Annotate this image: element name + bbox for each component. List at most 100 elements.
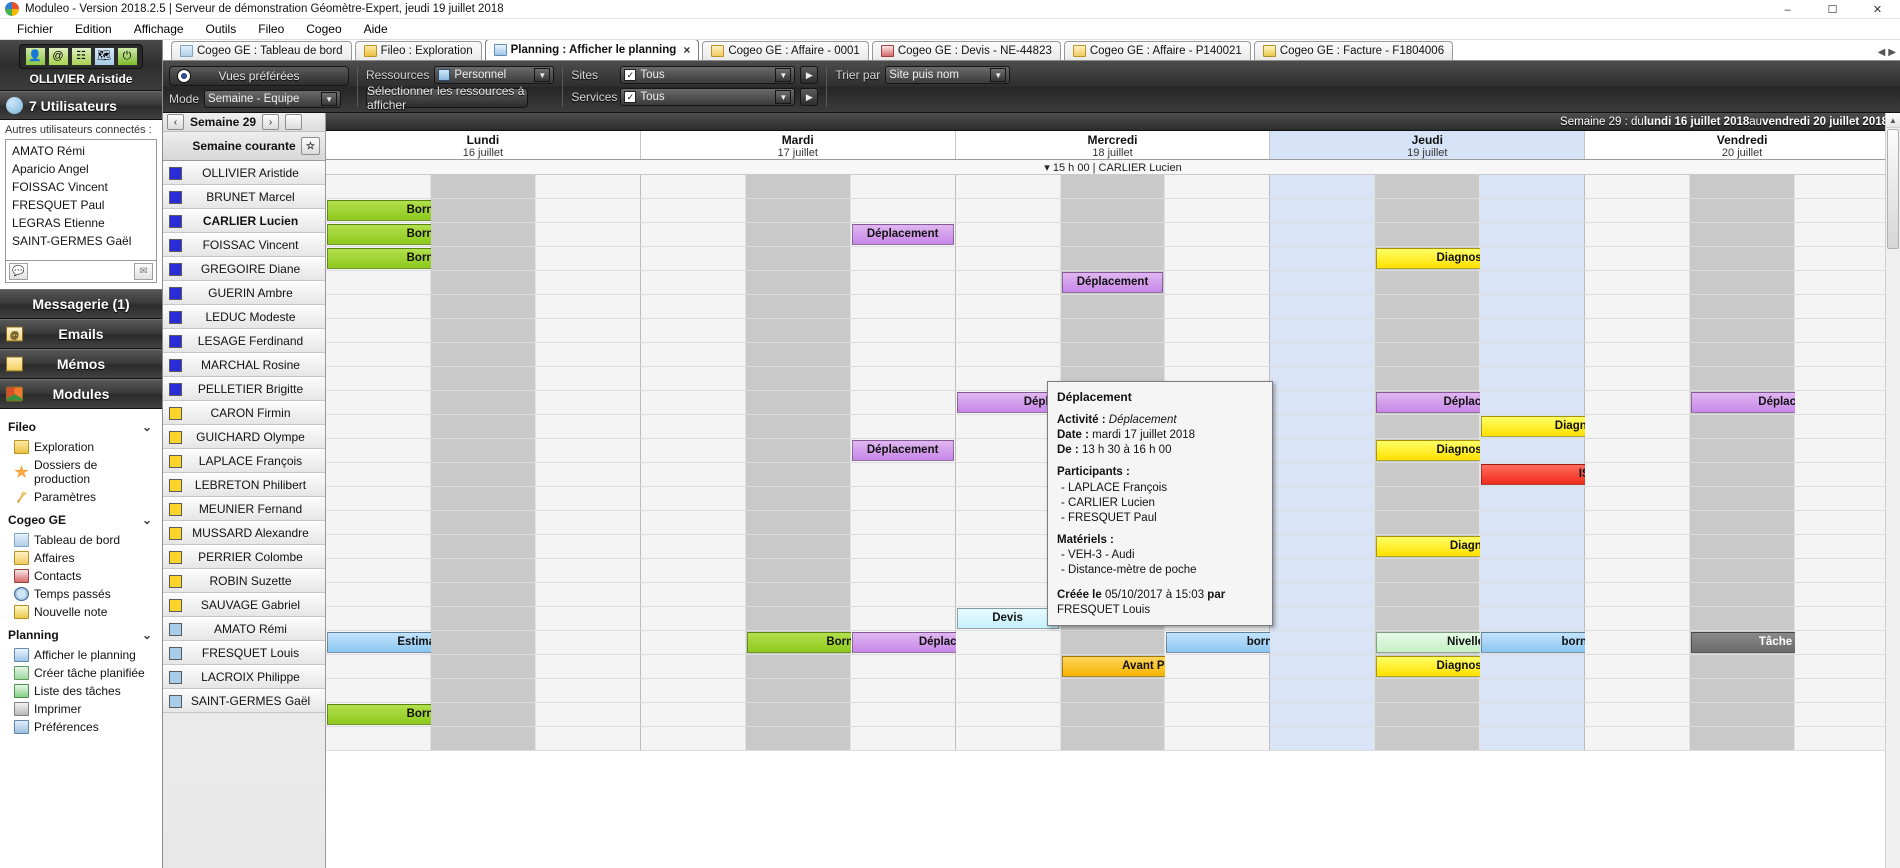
time-slot[interactable] — [956, 583, 1061, 606]
time-slot[interactable] — [1270, 199, 1375, 222]
time-slot[interactable] — [1480, 607, 1584, 630]
vertical-scrollbar[interactable]: ▲ — [1885, 113, 1900, 868]
time-slot[interactable] — [1165, 247, 1269, 270]
time-slot[interactable] — [326, 559, 431, 582]
resource-row[interactable]: LEDUC Modeste — [163, 305, 325, 329]
time-slot[interactable] — [1690, 439, 1795, 462]
resource-row[interactable]: MEUNIER Fernand — [163, 497, 325, 521]
time-slot[interactable] — [641, 607, 746, 630]
time-slot[interactable] — [431, 295, 536, 318]
time-slot[interactable] — [641, 583, 746, 606]
sidebar-item-imprimer[interactable]: Imprimer — [0, 700, 162, 718]
chevron-down-icon[interactable]: ⌄ — [142, 628, 152, 642]
time-slot[interactable] — [956, 703, 1061, 726]
time-slot[interactable] — [851, 487, 955, 510]
time-slot[interactable] — [1795, 607, 1899, 630]
calendar-picker-icon[interactable] — [285, 114, 302, 130]
time-slot[interactable]: Diagnostic beta — [1375, 247, 1480, 270]
time-slot[interactable] — [536, 463, 640, 486]
time-slot[interactable] — [746, 175, 851, 198]
time-slot[interactable] — [1375, 559, 1480, 582]
time-slot[interactable] — [536, 367, 640, 390]
time-slot[interactable] — [536, 535, 640, 558]
time-slot[interactable] — [1061, 223, 1166, 246]
resource-row[interactable]: MUSSARD Alexandre — [163, 521, 325, 545]
tab-cogeo-affaire-p140021[interactable]: Cogeo GE : Affaire - P140021 — [1064, 41, 1251, 60]
time-slot[interactable] — [1795, 439, 1899, 462]
time-slot[interactable] — [1270, 367, 1375, 390]
time-slot[interactable]: Déplacement — [851, 631, 955, 654]
time-slot[interactable] — [746, 511, 851, 534]
resource-row[interactable]: GREGOIRE Diane — [163, 257, 325, 281]
time-slot[interactable] — [1375, 319, 1480, 342]
time-slot[interactable] — [1795, 631, 1899, 654]
time-slot[interactable] — [1480, 367, 1584, 390]
list-item[interactable]: Aparicio Angel — [10, 160, 152, 178]
sidebar-item-exploration[interactable]: Exploration — [0, 438, 162, 456]
time-slot[interactable] — [1795, 247, 1899, 270]
time-slot[interactable] — [536, 391, 640, 414]
menu-item-aide[interactable]: Aide — [353, 20, 399, 38]
time-slot[interactable]: Avant Projet V2 — [1061, 655, 1166, 678]
time-slot[interactable] — [1480, 511, 1584, 534]
time-slot[interactable] — [431, 559, 536, 582]
time-slot[interactable] — [1270, 487, 1375, 510]
time-slot[interactable] — [746, 463, 851, 486]
time-slot[interactable] — [641, 319, 746, 342]
time-slot[interactable] — [1270, 319, 1375, 342]
time-slot[interactable] — [641, 631, 746, 654]
time-slot[interactable] — [1690, 463, 1795, 486]
sidebar-item-memos[interactable]: Mémos — [0, 349, 162, 379]
chevron-down-icon[interactable]: ▼ — [990, 68, 1006, 82]
time-slot[interactable] — [1375, 607, 1480, 630]
resource-row[interactable]: OLLIVIER Aristide — [163, 161, 325, 185]
time-slot[interactable] — [536, 655, 640, 678]
time-slot[interactable]: Déplacement — [851, 439, 955, 462]
time-slot[interactable] — [326, 655, 431, 678]
group-header-fileo[interactable]: Fileo ⌄ — [0, 413, 162, 438]
time-slot[interactable] — [536, 343, 640, 366]
sites-select[interactable]: ✓ Tous ▼ — [620, 66, 795, 84]
time-slot[interactable] — [746, 607, 851, 630]
time-slot[interactable] — [1795, 487, 1899, 510]
resource-row[interactable]: PELLETIER Brigitte — [163, 377, 325, 401]
time-slot[interactable] — [1795, 583, 1899, 606]
time-slot[interactable] — [326, 607, 431, 630]
time-slot[interactable] — [1375, 367, 1480, 390]
time-slot[interactable] — [1480, 319, 1584, 342]
card-icon[interactable]: ☷ — [71, 47, 92, 66]
time-slot[interactable] — [1061, 631, 1166, 654]
current-week-button[interactable]: Semaine courante ☆ — [163, 132, 325, 161]
time-slot[interactable] — [956, 511, 1061, 534]
time-slot[interactable] — [1375, 583, 1480, 606]
menu-item-cogeo[interactable]: Cogeo — [295, 20, 352, 38]
time-slot[interactable] — [1165, 175, 1269, 198]
time-slot[interactable]: Devis — [956, 607, 1061, 630]
time-slot[interactable] — [956, 415, 1061, 438]
tab-scroll-right-icon[interactable]: ▶ — [1888, 47, 1896, 58]
time-slot[interactable] — [1480, 535, 1584, 558]
time-slot[interactable] — [956, 679, 1061, 702]
time-slot[interactable] — [851, 415, 955, 438]
resource-row[interactable]: FOISSAC Vincent — [163, 233, 325, 257]
time-slot[interactable] — [641, 511, 746, 534]
time-slot[interactable] — [1585, 727, 1690, 750]
time-slot[interactable] — [746, 343, 851, 366]
time-slot[interactable] — [641, 439, 746, 462]
time-slot[interactable] — [1375, 703, 1480, 726]
time-slot[interactable] — [1061, 295, 1166, 318]
time-slot[interactable] — [431, 727, 536, 750]
time-slot[interactable] — [1061, 175, 1166, 198]
time-slot[interactable]: Déplacement — [851, 223, 955, 246]
list-item[interactable]: SAINT-GERMES Gaël — [10, 232, 152, 250]
time-slot[interactable] — [1585, 631, 1690, 654]
time-slot[interactable] — [1585, 655, 1690, 678]
time-slot[interactable] — [1690, 271, 1795, 294]
time-slot[interactable] — [1795, 223, 1899, 246]
time-slot[interactable] — [1270, 631, 1375, 654]
time-slot[interactable] — [851, 607, 955, 630]
time-slot[interactable] — [1375, 223, 1480, 246]
list-item[interactable]: FOISSAC Vincent — [10, 178, 152, 196]
time-slot[interactable] — [641, 391, 746, 414]
time-slot[interactable] — [536, 703, 640, 726]
